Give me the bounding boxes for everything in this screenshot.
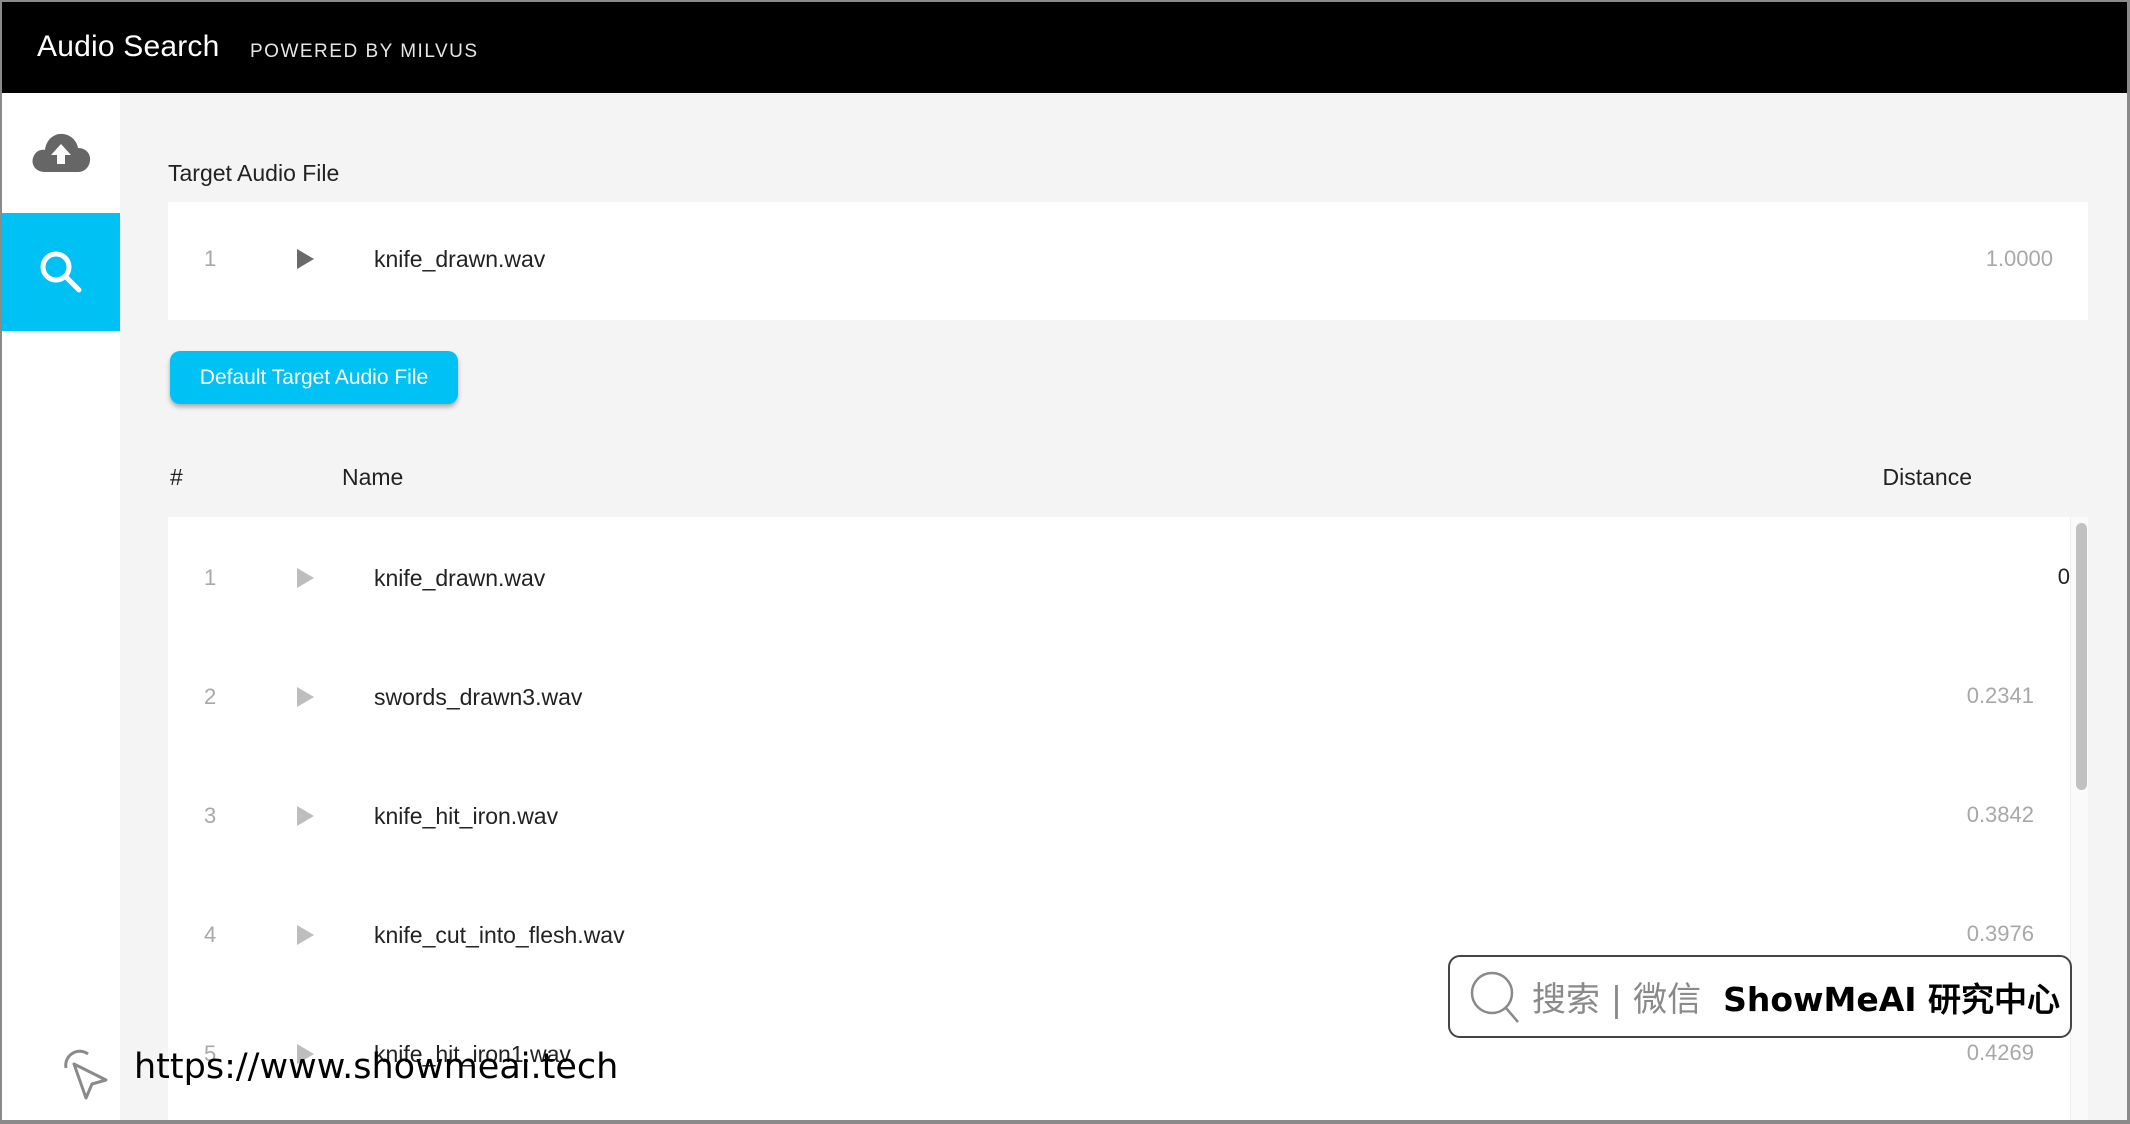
row-file-name: swords_drawn3.wav <box>374 684 583 710</box>
row-distance: 0.2341 <box>1966 683 2034 708</box>
row-distance: 0.3976 <box>1966 921 2034 946</box>
app-title: Audio Search <box>37 30 220 63</box>
watermark-search-text: 搜索 | 微信 <box>1532 980 1702 1020</box>
scrollbar-thumb[interactable] <box>2076 523 2087 790</box>
row-file-name: knife_cut_into_flesh.wav <box>374 922 625 948</box>
watermark-brand: ShowMeAI 研究中心 <box>1723 979 2061 1019</box>
column-header-index: # <box>170 464 183 490</box>
cloud-upload-icon <box>32 133 91 172</box>
play-icon[interactable] <box>297 925 314 945</box>
row-index: 1 <box>204 565 217 590</box>
play-icon[interactable] <box>297 806 314 826</box>
play-icon[interactable] <box>297 568 314 588</box>
target-audio-card: 1 knife_drawn.wav 1.0000 <box>168 202 2088 320</box>
row-index: 2 <box>204 684 217 709</box>
column-header-name: Name <box>342 464 404 490</box>
table-row[interactable]: 3 knife_hit_iron.wav 0.3842 <box>168 755 2070 874</box>
column-header-distance: Distance <box>1882 464 1972 490</box>
results-scrollbar[interactable] <box>2070 517 2088 1120</box>
cursor-click-icon <box>64 1049 108 1100</box>
table-row[interactable]: 1 knife_drawn.wav 0 <box>168 517 2070 636</box>
default-target-audio-button[interactable]: Default Target Audio File <box>170 351 458 404</box>
watermark-url: https://www.showmeai.tech <box>134 1047 619 1087</box>
target-index: 1 <box>204 246 217 271</box>
row-distance: 0.3842 <box>1966 802 2034 827</box>
row-distance: 0.4269 <box>1966 1040 2034 1065</box>
row-index: 4 <box>204 922 217 947</box>
row-distance: 0 <box>2057 564 2070 589</box>
app-window: Audio Search POWERED BY MILVUS Target Au… <box>2 2 2127 1120</box>
sidebar-item-search[interactable] <box>2 213 120 331</box>
sidebar-item-upload[interactable] <box>2 93 120 211</box>
sidebar <box>2 93 120 1120</box>
target-score: 1.0000 <box>1985 246 2053 271</box>
top-header: Audio Search POWERED BY MILVUS <box>2 2 2127 93</box>
row-file-name: knife_hit_iron.wav <box>374 803 559 829</box>
target-audio-label: Target Audio File <box>168 160 340 186</box>
magnifier-icon <box>1470 971 1519 1023</box>
play-icon[interactable] <box>297 249 314 269</box>
row-file-name: knife_drawn.wav <box>374 565 546 591</box>
target-file-name: knife_drawn.wav <box>374 246 546 272</box>
watermark-badge: 搜索 | 微信 ShowMeAI 研究中心 <box>1448 955 2072 1038</box>
play-icon[interactable] <box>297 687 314 707</box>
app-subtitle: POWERED BY MILVUS <box>250 41 479 62</box>
row-index: 3 <box>204 803 217 828</box>
table-row[interactable]: 2 swords_drawn3.wav 0.2341 <box>168 636 2070 755</box>
search-icon <box>40 251 82 293</box>
